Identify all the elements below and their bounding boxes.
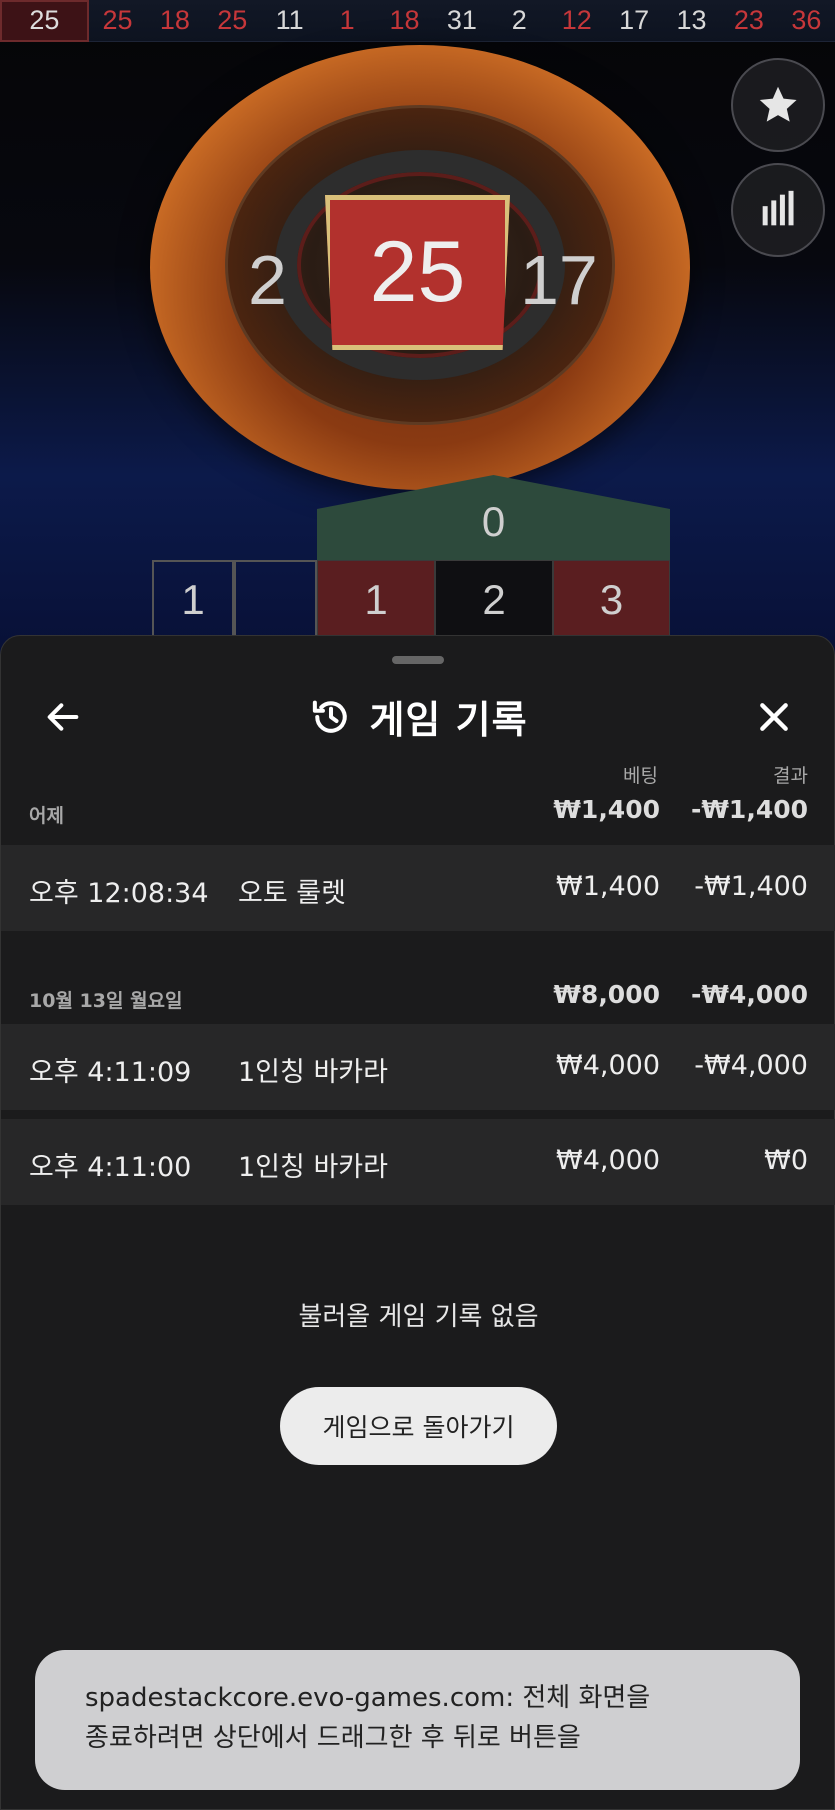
- column-header-bet: 베팅: [623, 765, 658, 787]
- group-total-bet: ₩8,000: [553, 980, 660, 1009]
- group-total-result: -₩4,000: [690, 980, 808, 1009]
- row-bet: ₩4,000: [556, 1145, 660, 1176]
- history-row[interactable]: 오후 4:11:00 1인칭 바카라 ₩4,000 ₩0: [1, 1119, 835, 1205]
- date-group-header: 10월 13일 월요일 ₩8,000 -₩4,000: [1, 976, 835, 1016]
- toast-line: 종료하려면 상단에서 드래그한 후 뒤로 버튼을: [85, 1723, 581, 1753]
- bet-cell-zero[interactable]: 0: [317, 475, 670, 560]
- bet-cell-2[interactable]: 2: [435, 560, 553, 640]
- row-game: 1인칭 바카라: [238, 1057, 388, 1088]
- close-icon: [760, 703, 788, 731]
- star-icon: [759, 86, 797, 122]
- column-headers: 베팅 결과: [1, 761, 835, 791]
- history-number: 18: [159, 5, 190, 35]
- row-time: 오후 12:08:34: [29, 878, 209, 909]
- sheet-title-wrap: 게임 기록: [1, 689, 835, 744]
- group-total-bet: ₩1,400: [553, 795, 660, 824]
- history-number: 11: [275, 5, 304, 35]
- empty-history-message: 불러올 게임 기록 없음: [298, 1302, 539, 1332]
- history-number: 17: [619, 5, 650, 35]
- bet-cell-label: 1: [364, 576, 388, 623]
- history-number: 13: [676, 5, 707, 35]
- row-time: 오후 4:11:00: [29, 1152, 192, 1183]
- history-number: 25: [102, 5, 133, 35]
- winning-number-box: 25: [325, 195, 510, 350]
- result-history-strip: 25 25 18 25 11 1 18 31 2 12 17 13 23 36: [0, 0, 835, 42]
- history-number: 23: [733, 5, 764, 35]
- sheet-title: 게임 기록: [369, 698, 528, 742]
- date-group-label: 어제: [29, 805, 64, 827]
- history-number: 12: [561, 5, 592, 35]
- row-bet: ₩1,400: [556, 871, 660, 902]
- left-neighbor-number: 2: [248, 241, 287, 319]
- history-number: 25: [0, 0, 89, 42]
- game-history-sheet: 게임 기록 베팅 결과 어제 ₩1,400 -₩1,400 오후 12:08:3…: [0, 635, 835, 1810]
- history-row[interactable]: 오후 4:11:09 1인칭 바카라 ₩4,000 -₩4,000: [1, 1024, 835, 1110]
- history-row[interactable]: 오후 12:08:34 오토 룰렛 ₩1,400 -₩1,400: [1, 845, 835, 931]
- history-number: 18: [389, 5, 420, 35]
- history-number: 36: [791, 5, 822, 35]
- fullscreen-toast: spadestackcore.evo-games.com: 전체 화면을 종료하…: [35, 1650, 800, 1790]
- column-header-result: 결과: [773, 765, 808, 787]
- roulette-wheel: 2 25 17: [150, 45, 690, 490]
- sheet-drag-handle[interactable]: [392, 656, 444, 664]
- close-button[interactable]: [750, 693, 798, 741]
- game-area: 25 25 18 25 11 1 18 31 2 12 17 13 23 36 …: [0, 0, 835, 660]
- bet-cell-label: 3: [599, 576, 624, 623]
- bet-cell-side[interactable]: 1: [152, 560, 234, 640]
- statistics-button[interactable]: [731, 163, 825, 257]
- winning-number: 25: [369, 224, 466, 320]
- favorites-button[interactable]: [731, 58, 825, 152]
- bet-cell-label: 0: [481, 498, 506, 545]
- back-to-game-button[interactable]: 게임으로 돌아가기: [280, 1387, 557, 1465]
- row-game: 1인칭 바카라: [238, 1152, 388, 1183]
- date-group-header: 어제 ₩1,400 -₩1,400: [1, 791, 835, 831]
- row-bet: ₩4,000: [556, 1050, 660, 1081]
- bet-cell-1[interactable]: 1: [317, 560, 435, 640]
- bet-cell-label: 2: [482, 576, 506, 623]
- history-number: 1: [339, 5, 355, 35]
- row-result: ₩0: [764, 1145, 808, 1176]
- bet-cell-3[interactable]: 3: [553, 560, 670, 640]
- group-total-result: -₩1,400: [690, 795, 808, 824]
- bet-cell-label: 1: [181, 576, 205, 623]
- row-game: 오토 룰렛: [238, 878, 346, 909]
- history-number: 2: [511, 5, 527, 35]
- toast-line: spadestackcore.evo-games.com: 전체 화면을: [85, 1683, 651, 1713]
- row-result: -₩4,000: [694, 1050, 808, 1081]
- bet-cell-blank[interactable]: [234, 560, 317, 640]
- history-number: 25: [217, 5, 248, 35]
- bar-chart-icon: [762, 190, 794, 226]
- betting-table: 0 1 1 2 3: [150, 475, 670, 660]
- row-result: -₩1,400: [694, 871, 808, 902]
- history-icon: [313, 700, 348, 733]
- sheet-header: 게임 기록: [1, 681, 835, 751]
- row-time: 오후 4:11:09: [29, 1057, 192, 1088]
- right-neighbor-number: 17: [520, 241, 598, 319]
- history-number: 31: [446, 5, 477, 35]
- date-group-label: 10월 13일 월요일: [29, 990, 183, 1012]
